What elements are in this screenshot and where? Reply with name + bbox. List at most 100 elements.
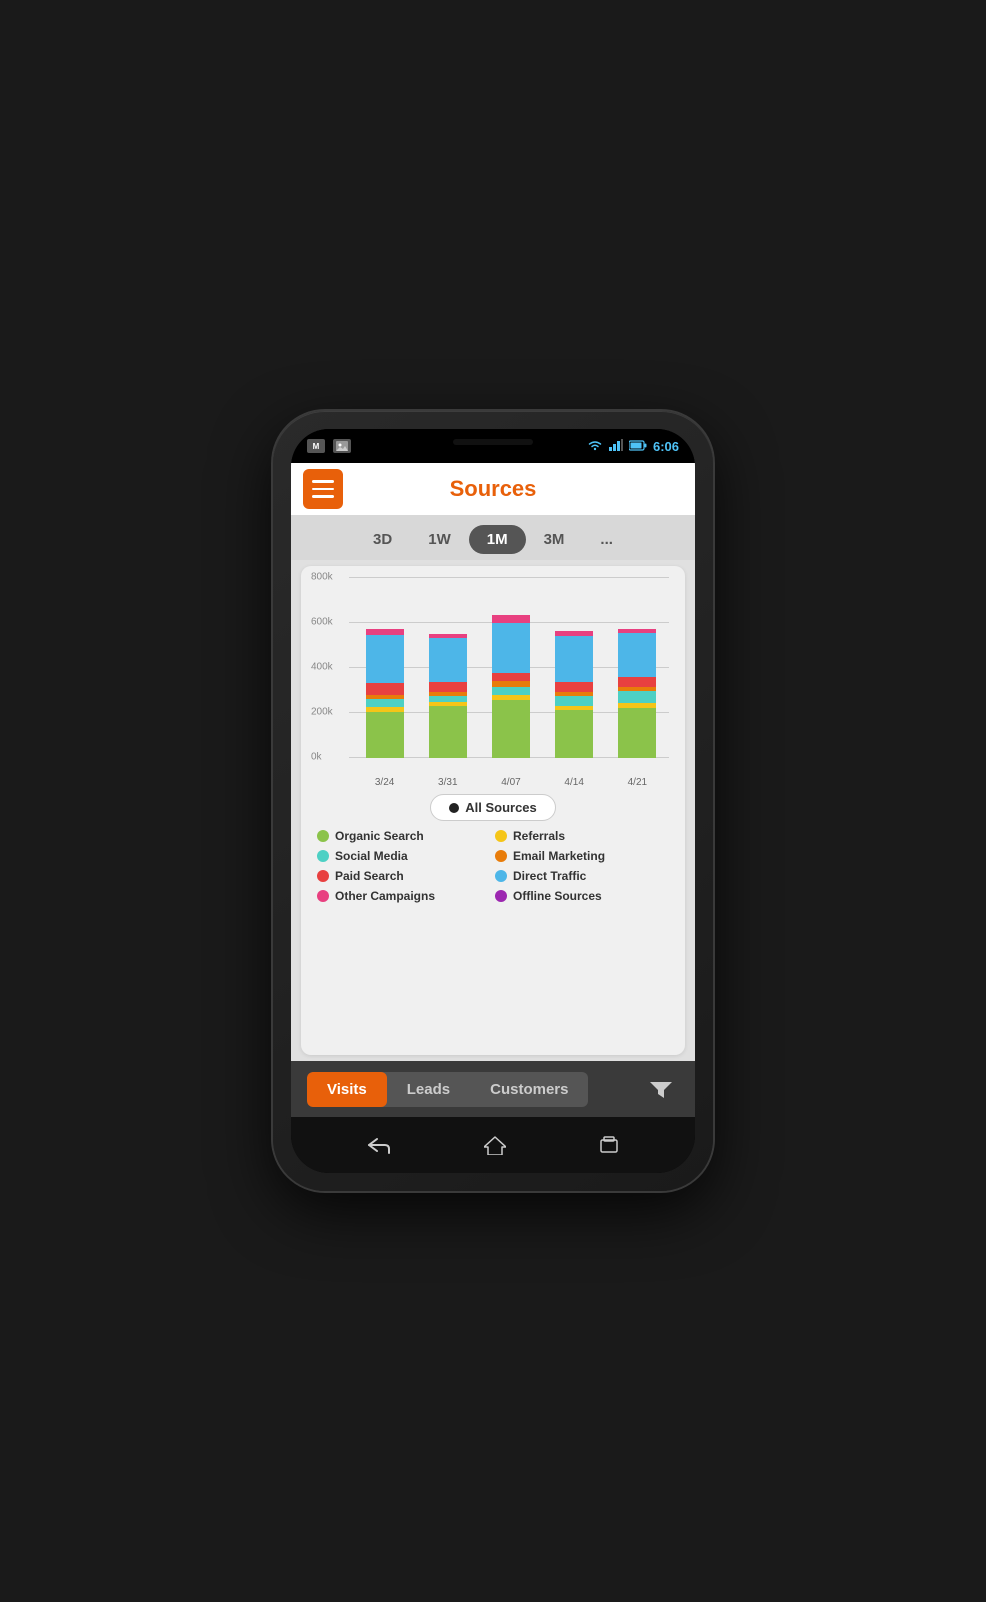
legend-dot-other — [317, 890, 329, 902]
legend-pill: All Sources — [309, 794, 677, 821]
battery-icon — [629, 439, 647, 454]
home-icon — [484, 1135, 506, 1155]
bar-paid-324 — [366, 683, 404, 695]
tab-1m[interactable]: 1M — [469, 525, 526, 554]
home-button[interactable] — [484, 1135, 506, 1155]
bar-direct-407 — [492, 623, 530, 673]
legend-paid-search[interactable]: Paid Search — [317, 869, 491, 883]
legend-label-offline: Offline Sources — [513, 889, 602, 903]
tab-1w[interactable]: 1W — [410, 525, 469, 554]
legend-dot-email — [495, 850, 507, 862]
bar-other-407 — [492, 615, 530, 623]
phone-device: M 6:06 — [273, 411, 713, 1191]
bar-paid-414 — [555, 682, 593, 692]
android-nav-bar — [291, 1117, 695, 1173]
tab-visits[interactable]: Visits — [307, 1072, 387, 1107]
legend-label-referrals: Referrals — [513, 829, 565, 843]
legend-direct-traffic[interactable]: Direct Traffic — [495, 869, 669, 883]
status-icons-left: M — [307, 439, 351, 453]
bar-social-407 — [492, 687, 530, 695]
recents-button[interactable] — [599, 1136, 619, 1154]
status-right: 6:06 — [587, 439, 679, 454]
bar-324 — [366, 629, 404, 758]
legend-dot-offline — [495, 890, 507, 902]
x-label-414: 4/14 — [555, 777, 593, 788]
time-display: 6:06 — [653, 439, 679, 454]
x-labels: 3/24 3/31 4/07 4/14 4/21 — [353, 777, 669, 788]
bar-414 — [555, 631, 593, 758]
legend-dot-paid — [317, 870, 329, 882]
all-sources-button[interactable]: All Sources — [430, 794, 556, 821]
grid-label-200k: 200k — [311, 707, 333, 718]
bar-organic-414 — [555, 710, 593, 758]
menu-line-2 — [312, 488, 334, 491]
phone-speaker — [453, 439, 533, 445]
x-label-407: 4/07 — [492, 777, 530, 788]
legend-label-direct: Direct Traffic — [513, 869, 586, 883]
legend-label-email: Email Marketing — [513, 849, 605, 863]
legend-social-media[interactable]: Social Media — [317, 849, 491, 863]
grid-label-0k: 0k — [311, 752, 322, 763]
all-sources-dot — [449, 803, 459, 813]
tab-leads[interactable]: Leads — [387, 1072, 470, 1107]
bars-area — [353, 578, 669, 758]
legend-dot-referrals — [495, 830, 507, 842]
status-bar: M 6:06 — [291, 429, 695, 463]
bar-organic-421 — [618, 708, 656, 758]
tab-more[interactable]: ... — [582, 525, 631, 554]
signal-icon — [609, 439, 623, 454]
grid-label-600k: 600k — [311, 617, 333, 628]
x-label-331: 3/31 — [429, 777, 467, 788]
bar-paid-407 — [492, 673, 530, 681]
bar-331 — [429, 634, 467, 758]
bar-paid-331 — [429, 682, 467, 692]
legend-dot-social — [317, 850, 329, 862]
bar-paid-421 — [618, 677, 656, 687]
legend-dot-direct — [495, 870, 507, 882]
bar-direct-414 — [555, 636, 593, 682]
bar-social-414 — [555, 696, 593, 706]
back-button[interactable] — [367, 1135, 391, 1155]
filter-button[interactable] — [643, 1071, 679, 1107]
bar-direct-331 — [429, 638, 467, 682]
legend-label-other: Other Campaigns — [335, 889, 435, 903]
wifi-icon — [587, 439, 603, 454]
bar-organic-407 — [492, 700, 530, 758]
legend-offline-sources[interactable]: Offline Sources — [495, 889, 669, 903]
page-title: Sources — [343, 476, 643, 502]
gmail-icon: M — [307, 439, 325, 453]
image-icon — [333, 439, 351, 453]
x-label-324: 3/24 — [366, 777, 404, 788]
x-label-421: 4/21 — [618, 777, 656, 788]
phone-screen: M 6:06 — [291, 429, 695, 1173]
legend-label-paid: Paid Search — [335, 869, 404, 883]
app-header: Sources — [291, 463, 695, 515]
recents-icon — [599, 1136, 619, 1154]
tab-3m[interactable]: 3M — [526, 525, 583, 554]
all-sources-label: All Sources — [465, 800, 537, 815]
legend-grid: Organic Search Referrals Social Media Em… — [309, 829, 677, 907]
legend-other-campaigns[interactable]: Other Campaigns — [317, 889, 491, 903]
bar-social-421 — [618, 691, 656, 703]
legend-referrals[interactable]: Referrals — [495, 829, 669, 843]
bar-direct-421 — [618, 633, 656, 677]
bar-421 — [618, 629, 656, 758]
legend-dot-organic — [317, 830, 329, 842]
bar-organic-331 — [429, 706, 467, 758]
menu-line-3 — [312, 495, 334, 498]
bar-407 — [492, 615, 530, 758]
legend-organic-search[interactable]: Organic Search — [317, 829, 491, 843]
menu-line-1 — [312, 480, 334, 483]
bottom-tab-bar: Visits Leads Customers — [291, 1061, 695, 1117]
tab-customers[interactable]: Customers — [470, 1072, 588, 1107]
chart-area: 0k 200k 400k 600k 800k — [309, 578, 677, 788]
legend-email-marketing[interactable]: Email Marketing — [495, 849, 669, 863]
filter-icon — [650, 1080, 672, 1098]
legend-label-organic: Organic Search — [335, 829, 424, 843]
menu-button[interactable] — [303, 469, 343, 509]
view-tab-group: Visits Leads Customers — [307, 1072, 588, 1107]
bar-social-324 — [366, 699, 404, 707]
tab-3d[interactable]: 3D — [355, 525, 410, 554]
time-tabs: 3D 1W 1M 3M ... — [291, 515, 695, 560]
grid-label-400k: 400k — [311, 662, 333, 673]
